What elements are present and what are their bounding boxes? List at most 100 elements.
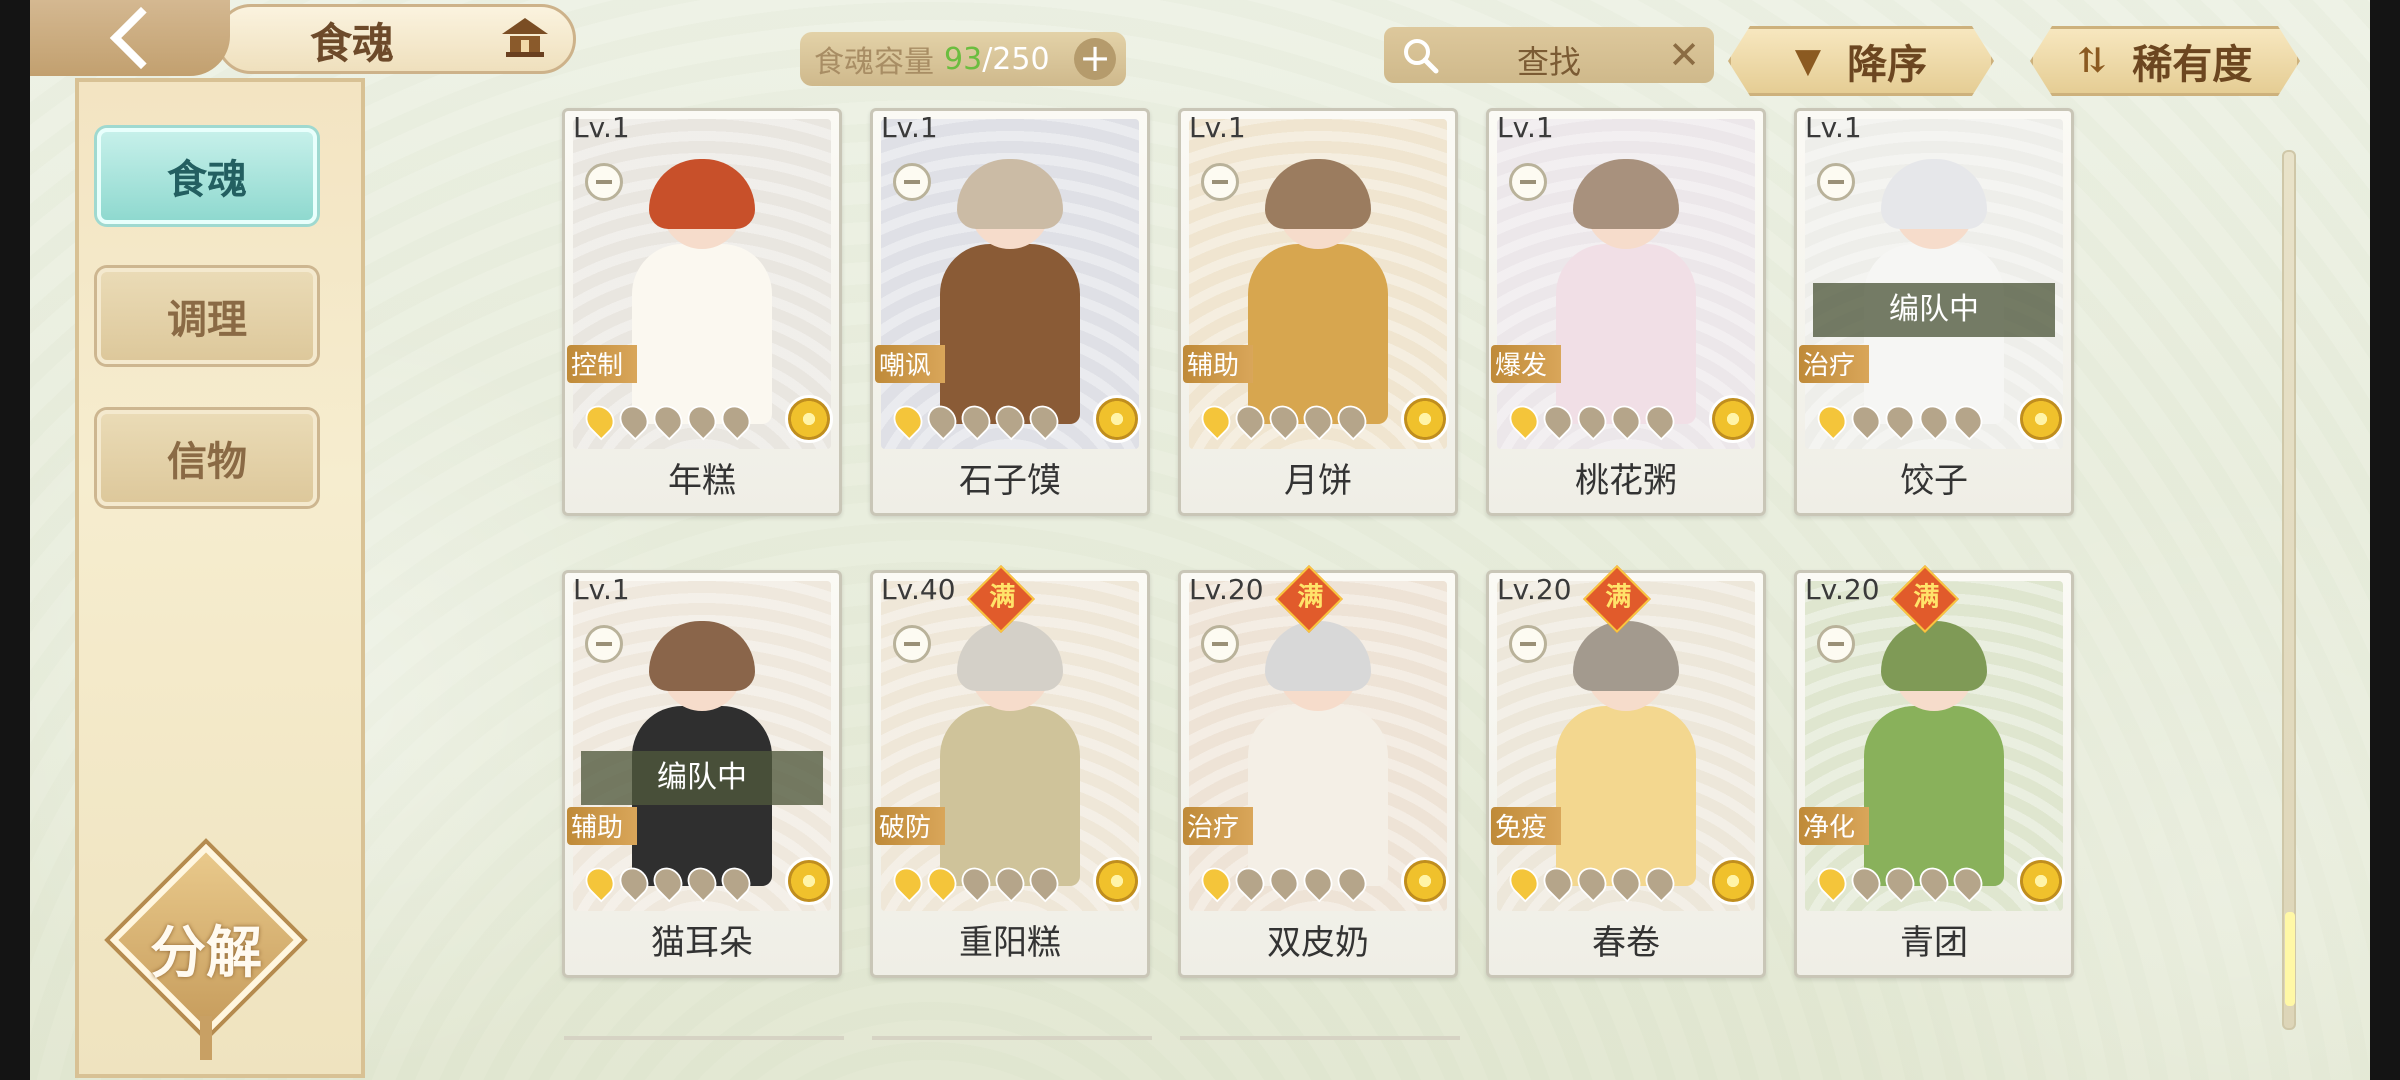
star-icon (1537, 399, 1579, 441)
clear-search-icon[interactable]: ✕ (1668, 33, 1700, 77)
character-portrait (881, 581, 1139, 911)
cup-icon (1817, 163, 1855, 201)
home-pavilion-icon[interactable] (500, 14, 550, 60)
in-team-badge: 编队中 (1813, 283, 2055, 337)
capacity-display: 食魂容量 93/250 + (800, 32, 1126, 86)
add-capacity-button[interactable]: + (1074, 38, 1116, 80)
food-soul-card[interactable]: Lv.1 辅助 月饼 (1178, 108, 1458, 516)
star-icon (1229, 399, 1271, 441)
figure-body (1556, 244, 1696, 424)
card-name: 石子馍 (959, 461, 1061, 501)
food-soul-card[interactable]: Lv.40 满破防 重阳糕 (870, 565, 1150, 978)
star-icon (1195, 861, 1237, 903)
flower-rarity-icon (2017, 857, 2065, 905)
food-soul-card[interactable]: Lv.20 满治疗 双皮奶 (1178, 565, 1458, 978)
card-name: 重阳糕 (959, 923, 1061, 963)
search-placeholder: 查找 (1516, 43, 1581, 81)
level-label: Lv.1 (573, 111, 630, 144)
max-level-label: 满 (1297, 582, 1324, 613)
food-soul-card[interactable]: 编队中 Lv.1 辅助 猫耳朵 (562, 570, 842, 978)
star-icon (1537, 861, 1579, 903)
star-icon (887, 399, 929, 441)
triangle-down-icon: ▼ (1794, 41, 1822, 81)
flower-rarity-icon (1401, 857, 1449, 905)
game-screen: 食魂 食魂容量 93/250 + 查找 ✕ ▼ 降序 ⇅ 稀有度 食魂 调理 信… (30, 0, 2370, 1080)
star-rating (1195, 861, 1373, 905)
card-name: 双皮奶 (1267, 923, 1369, 963)
role-tag: 爆发 (1491, 345, 1561, 383)
food-soul-card[interactable]: 编队中 Lv.1 治疗 饺子 (1794, 108, 2074, 516)
sidebar-item-tokens[interactable]: 信物 (97, 410, 317, 506)
capacity-max: 250 (992, 41, 1050, 77)
sort-order-button[interactable]: ▼ 降序 (1728, 26, 1994, 96)
sidebar-item-food-souls[interactable]: 食魂 (97, 128, 317, 224)
level-label: Lv.20 (1189, 573, 1264, 606)
scrollbar-thumb[interactable] (2285, 912, 2295, 1006)
food-soul-card[interactable]: Lv.1 爆发 桃花粥 (1486, 108, 1766, 516)
card-name: 饺子 (1900, 461, 1968, 501)
flower-rarity-icon (1093, 395, 1141, 443)
figure-hair (957, 621, 1063, 691)
character-portrait (1805, 581, 2063, 911)
swap-arrows-icon: ⇅ (2077, 41, 2107, 81)
role-tag: 控制 (567, 345, 637, 383)
scrollbar[interactable] (2282, 150, 2296, 1030)
role-tag: 嘲讽 (875, 345, 945, 383)
character-portrait (1189, 581, 1447, 911)
capacity-separator: / (982, 41, 993, 77)
food-soul-card[interactable]: Lv.1 控制 年糕 (562, 108, 842, 516)
next-row-card-edge (872, 1036, 1152, 1040)
star-icon (1263, 399, 1305, 441)
figure-hair (1881, 159, 1987, 229)
star-rating (887, 399, 1065, 443)
food-soul-card[interactable]: Lv.20 满免疫 春卷 (1486, 565, 1766, 978)
flower-rarity-icon (1401, 395, 1449, 443)
role-tag: 治疗 (1799, 345, 1869, 383)
back-button[interactable] (30, 0, 230, 76)
role-tag: 免疫 (1491, 807, 1561, 845)
search-input[interactable]: 查找 ✕ (1384, 27, 1714, 83)
figure-body (1248, 706, 1388, 886)
figure-body (632, 244, 772, 424)
star-icon (1639, 399, 1681, 441)
character-figure (1551, 159, 1701, 424)
sort-order-label: 降序 (1847, 41, 1928, 88)
star-rating (1811, 399, 1989, 443)
character-portrait: 编队中 (573, 581, 831, 911)
decompose-button[interactable]: 分解 (109, 843, 303, 1060)
star-rating (1503, 861, 1681, 905)
star-icon (921, 861, 963, 903)
food-soul-card[interactable]: Lv.1 嘲讽 石子馍 (870, 108, 1150, 516)
figure-hair (1573, 159, 1679, 229)
star-icon (1263, 861, 1305, 903)
star-icon (955, 861, 997, 903)
flower-rarity-icon (2017, 395, 2065, 443)
star-rating (887, 861, 1065, 905)
level-label: Lv.1 (1497, 111, 1554, 144)
star-icon (715, 399, 757, 441)
capacity-current: 93 (944, 41, 983, 77)
role-tag: 净化 (1799, 807, 1869, 845)
star-icon (955, 399, 997, 441)
figure-hair (1265, 621, 1371, 691)
star-icon (1605, 399, 1647, 441)
sidebar-item-cooking[interactable]: 调理 (97, 268, 317, 364)
level-label: Lv.20 (1805, 573, 1880, 606)
figure-hair (649, 159, 755, 229)
flower-rarity-icon (785, 395, 833, 443)
tassel-ornament (200, 1016, 212, 1060)
character-figure (935, 159, 1085, 424)
star-rating (1811, 861, 1989, 905)
sort-field-button[interactable]: ⇅ 稀有度 (2030, 26, 2300, 96)
star-icon (1879, 399, 1921, 441)
max-level-label: 满 (1913, 582, 1940, 613)
figure-hair (1265, 159, 1371, 229)
character-portrait (573, 119, 831, 449)
star-icon (1879, 861, 1921, 903)
food-soul-card[interactable]: Lv.20 满净化 青团 (1794, 565, 2074, 978)
character-portrait (1497, 581, 1755, 911)
star-rating (1195, 399, 1373, 443)
sidebar-item-label: 调理 (167, 296, 247, 343)
level-label: Lv.40 (881, 573, 956, 606)
character-portrait (1189, 119, 1447, 449)
